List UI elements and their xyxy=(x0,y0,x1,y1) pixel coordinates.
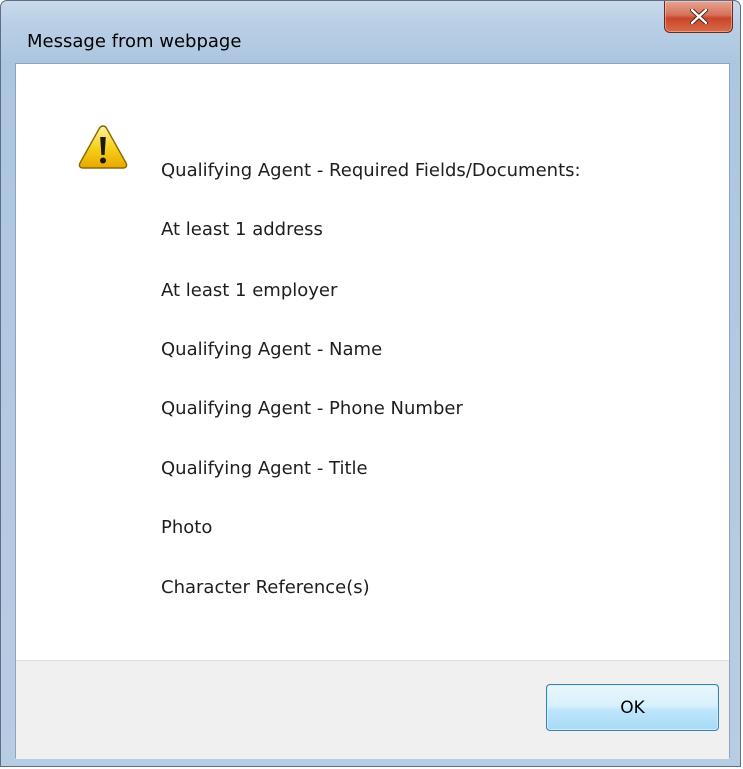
title-bar[interactable]: Message from webpage xyxy=(1,1,740,61)
message-area: Qualifying Agent - Required Fields/Docum… xyxy=(16,64,729,660)
button-bar: OK xyxy=(16,660,729,759)
dialog-title: Message from webpage xyxy=(27,31,242,52)
message-line: Qualifying Agent - Name xyxy=(161,339,383,360)
warning-icon xyxy=(78,125,128,169)
message-line: Qualifying Agent - Title xyxy=(161,458,368,479)
dialog-window: Message from webpage Qualifying Agent - … xyxy=(0,0,741,767)
message-line: Character Reference(s) xyxy=(161,577,370,598)
dialog-client-area: Qualifying Agent - Required Fields/Docum… xyxy=(15,63,730,759)
close-icon xyxy=(690,9,708,24)
message-line: At least 1 employer xyxy=(161,280,338,301)
message-line: At least 1 address xyxy=(161,219,323,240)
message-line: Qualifying Agent - Phone Number xyxy=(161,398,463,419)
message-line: Qualifying Agent - Required Fields/Docum… xyxy=(161,160,581,181)
ok-button[interactable]: OK xyxy=(546,684,719,731)
message-line: Photo xyxy=(161,517,213,538)
close-button[interactable] xyxy=(664,1,733,33)
